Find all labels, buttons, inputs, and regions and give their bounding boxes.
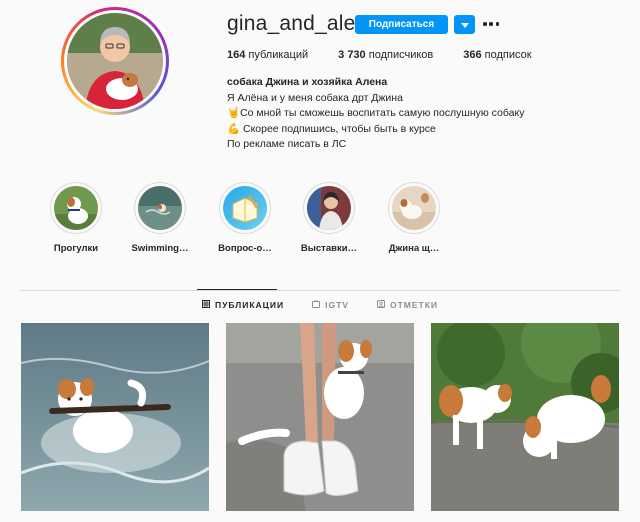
highlight-cover: [307, 186, 351, 230]
following-stat[interactable]: 366 подписок: [463, 49, 531, 61]
igtv-icon: [312, 300, 325, 310]
bio-line: 💪 Скорее подпишись, чтобы быть в курсе: [227, 122, 436, 135]
bio-line: 🤘Со мной ты сможешь воспитать самую посл…: [227, 107, 525, 119]
post-thumbnail[interactable]: [21, 323, 209, 511]
post-thumbnail[interactable]: [431, 323, 619, 511]
tab-tagged[interactable]: ОТМЕТКИ: [376, 300, 438, 310]
bio-line: Я Алёна и у меня собака дрт Джина: [227, 91, 403, 104]
active-tab-indicator: [197, 289, 277, 290]
tab-igtv[interactable]: IGTV: [312, 300, 349, 310]
profile-page: gina_and_alena Подписаться 164 публикаци…: [0, 0, 640, 522]
avatar-photo: [67, 13, 163, 109]
tabs-divider: [20, 290, 620, 291]
highlight-label: Джина щ…: [388, 243, 440, 254]
highlight-shows[interactable]: Выставки…: [294, 182, 364, 254]
highlight-cover: [392, 186, 436, 230]
highlight-cover: [54, 186, 98, 230]
profile-stats: 164 публикаций 3 730 подписчиков 366 под…: [227, 49, 562, 61]
bio-line: По рекламе писать в ЛС: [227, 138, 347, 150]
highlight-qa[interactable]: Вопрос-о…: [210, 182, 280, 254]
highlight-walks[interactable]: Прогулки: [41, 182, 111, 254]
highlight-label: Выставки…: [300, 243, 358, 254]
tag-icon: [376, 300, 390, 310]
highlight-label: Вопрос-о…: [218, 243, 272, 254]
posts-stat: 164 публикаций: [227, 49, 309, 61]
chevron-down-icon: [460, 17, 469, 32]
grid-icon: [201, 300, 215, 310]
profile-tabs: ПУБЛИКАЦИИ IGTV ОТМЕТКИ: [0, 300, 640, 310]
profile-avatar[interactable]: [61, 7, 169, 115]
highlight-puppy[interactable]: Джина щ…: [379, 182, 449, 254]
highlight-cover: [138, 186, 182, 230]
tab-posts[interactable]: ПУБЛИКАЦИИ: [201, 300, 284, 310]
full-name: собака Джина и хозяйка Алена: [227, 76, 388, 88]
profile-bio: собака Джина и хозяйка Алена Я Алёна и у…: [227, 75, 524, 153]
suggested-accounts-button[interactable]: [454, 15, 475, 34]
followers-stat[interactable]: 3 730 подписчиков: [338, 49, 433, 61]
follow-button[interactable]: Подписаться: [355, 15, 448, 34]
highlight-label: Swimming…: [131, 243, 189, 254]
post-thumbnail[interactable]: [226, 323, 414, 511]
highlight-swimming[interactable]: Swimming…: [125, 182, 195, 254]
more-options-icon[interactable]: [483, 14, 499, 34]
highlight-cover: [223, 186, 267, 230]
highlight-label: Прогулки: [53, 243, 99, 254]
